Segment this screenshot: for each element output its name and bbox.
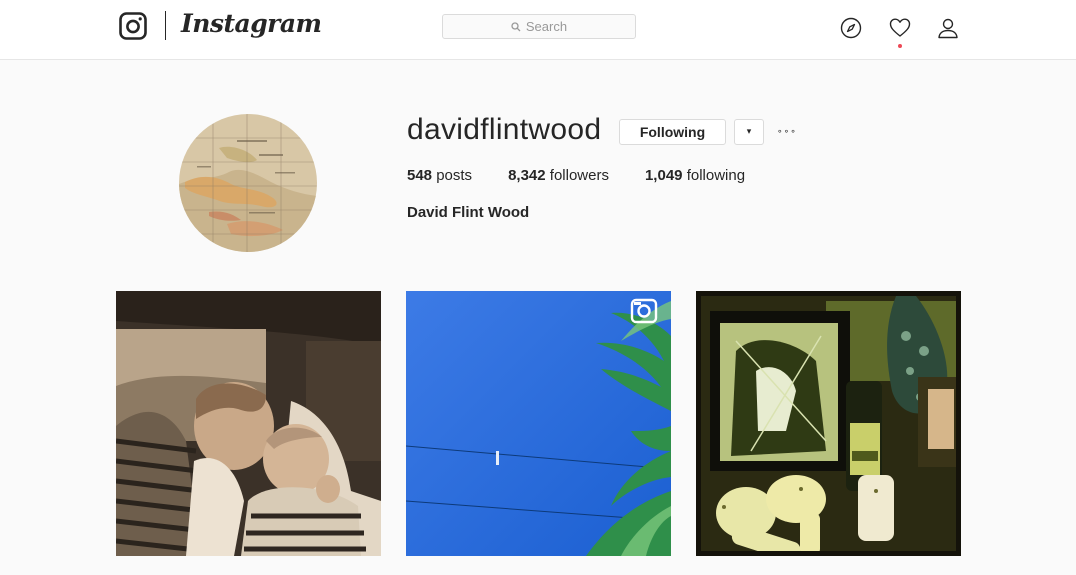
post-image-green-still-life (696, 291, 961, 556)
map-avatar-image (179, 114, 317, 252)
profile-avatar[interactable] (179, 114, 317, 252)
following-button[interactable]: Following (619, 119, 726, 145)
following-stat[interactable]: 1,049 following (645, 167, 745, 184)
post-image-sepia-mother-baby (116, 291, 381, 556)
search-icon (511, 21, 521, 31)
posts-count: 548 (407, 167, 433, 184)
followers-label: followers (549, 167, 609, 184)
search-placeholder: Search (525, 19, 568, 34)
heart-icon[interactable] (889, 17, 911, 39)
profile-stats: 548 posts 8,342 followers 1,049 followin… (407, 167, 781, 184)
posts-label: posts (436, 167, 473, 184)
user-icon[interactable] (937, 17, 959, 39)
instagram-glyph-icon[interactable] (119, 12, 147, 40)
logo-divider (165, 11, 166, 40)
following-label: following (686, 167, 746, 184)
suggestions-dropdown-button[interactable]: ▾ (734, 119, 764, 145)
post-thumbnail[interactable] (696, 291, 961, 556)
more-options-icon[interactable]: ∘∘∘ (777, 125, 801, 139)
profile-username: davidflintwood (407, 113, 602, 146)
post-thumbnail[interactable] (406, 291, 671, 556)
search-input[interactable]: Search (442, 14, 636, 39)
post-thumbnail[interactable] (116, 291, 381, 556)
profile-full-name: David Flint Wood (407, 204, 530, 221)
compass-icon[interactable] (840, 17, 862, 39)
following-count: 1,049 (644, 167, 683, 184)
notification-dot (898, 44, 902, 48)
followers-count: 8,342 (508, 167, 546, 184)
instagram-wordmark[interactable]: Instagram (181, 9, 322, 38)
posts-stat: 548 posts (407, 167, 472, 184)
post-image-blue-sky-palm (406, 291, 671, 556)
top-navigation-bar: Instagram Search (0, 0, 1076, 60)
followers-stat[interactable]: 8,342 followers (508, 167, 609, 184)
